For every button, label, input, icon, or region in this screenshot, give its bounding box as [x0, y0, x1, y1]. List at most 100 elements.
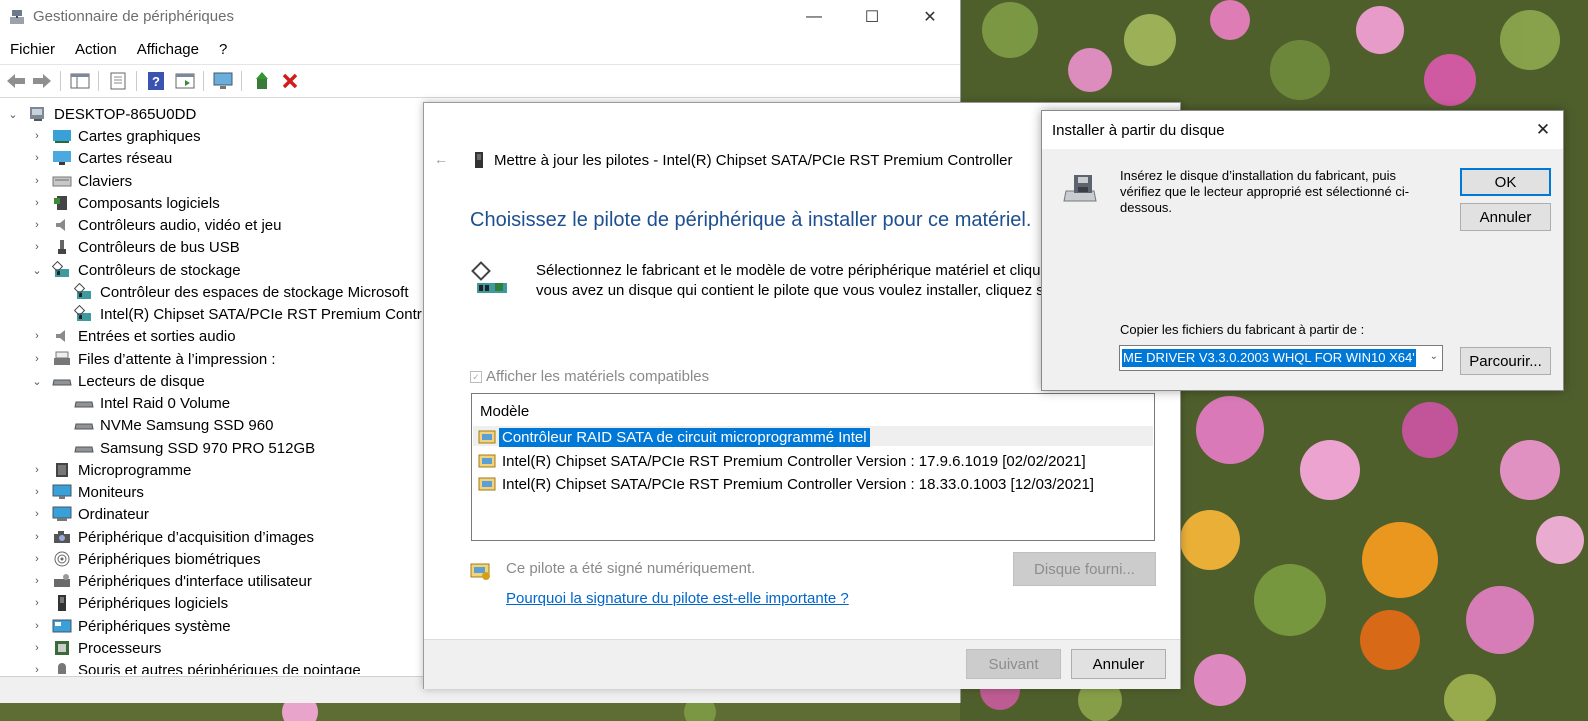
source-path-value[interactable]: 'ME DRIVER V3.3.0.2003 WHQL FOR WIN10 X6… [1122, 349, 1416, 367]
expand-chevron-icon[interactable]: › [30, 175, 44, 187]
collapse-chevron-icon[interactable]: ⌄ [30, 375, 44, 388]
close-button[interactable]: ✕ [901, 0, 959, 34]
tree-category[interactable]: › Cartes réseau [30, 147, 172, 169]
tree-category[interactable]: › Périphériques logiciels [30, 592, 228, 614]
expand-chevron-icon[interactable]: › [30, 219, 44, 231]
expand-chevron-icon[interactable]: › [30, 553, 44, 565]
menu-fichier[interactable]: Fichier [0, 38, 65, 62]
scan-hardware-icon[interactable] [211, 69, 235, 93]
uninstall-device-icon[interactable] [278, 69, 302, 93]
source-path-combobox[interactable]: 'ME DRIVER V3.3.0.2003 WHQL FOR WIN10 X6… [1119, 345, 1443, 371]
computer-icon [30, 107, 44, 121]
tree-category[interactable]: › Processeurs [30, 637, 161, 659]
cancel-button[interactable]: Annuler [1071, 649, 1166, 679]
tree-category[interactable]: › Périphérique d’acquisition d’images [30, 526, 314, 548]
minimize-button[interactable]: — [785, 0, 843, 34]
expand-chevron-icon[interactable]: › [30, 664, 44, 674]
update-driver-icon[interactable] [250, 69, 274, 93]
toolbar-separator [98, 71, 99, 91]
tree-item-label: Entrées et sorties audio [78, 327, 236, 345]
model-row[interactable]: Intel(R) Chipset SATA/PCIe RST Premium C… [478, 450, 1089, 472]
model-row[interactable]: Intel(R) Chipset SATA/PCIe RST Premium C… [478, 473, 1097, 495]
expand-chevron-icon[interactable]: › [30, 152, 44, 164]
tree-category[interactable]: › Périphériques biométriques [30, 548, 260, 570]
tree-item-label: Périphériques logiciels [78, 594, 229, 612]
dialog-message: Insérez le disque d’installation du fabr… [1120, 168, 1410, 215]
wizard-heading: Choisissez le pilote de périphérique à i… [470, 209, 1032, 231]
tree-child-item[interactable]: Intel(R) Chipset SATA/PCIe RST Premium C… [52, 303, 422, 325]
driver-install-icon [471, 261, 507, 293]
tree-root-label: DESKTOP-865U0DD [54, 105, 197, 123]
expand-chevron-icon[interactable]: › [30, 531, 44, 543]
tree-category[interactable]: › Files d’attente à l’impression : [30, 348, 275, 370]
toolbar-separator [136, 71, 137, 91]
copy-from-label: Copier les fichiers du fabricant à parti… [1120, 322, 1365, 337]
help-icon[interactable]: ? [144, 69, 168, 93]
signature-info-link[interactable]: Pourquoi la signature du pilote est-elle… [506, 590, 849, 607]
speaker-icon [56, 330, 65, 342]
next-button[interactable]: Suivant [966, 649, 1061, 679]
tree-root[interactable]: ⌄ DESKTOP-865U0DD [6, 103, 196, 125]
tree-child-item[interactable]: Samsung SSD 970 PRO 512GB [52, 437, 315, 459]
expand-chevron-icon[interactable]: › [30, 508, 44, 520]
tree-category[interactable]: › Souris et autres périphériques de point… [30, 659, 361, 674]
back-arrow-icon[interactable] [4, 69, 28, 93]
menu-bar: Fichier Action Affichage ? [0, 38, 960, 62]
expand-chevron-icon[interactable]: › [30, 197, 44, 209]
tree-child-item[interactable]: Contrôleur des espaces de stockage Micro… [52, 281, 409, 303]
collapse-chevron-icon[interactable]: ⌄ [30, 264, 44, 277]
expand-chevron-icon[interactable]: › [30, 575, 44, 587]
show-hide-console-tree-icon[interactable] [68, 69, 92, 93]
forward-arrow-icon[interactable] [30, 69, 54, 93]
expand-chevron-icon[interactable]: › [30, 353, 44, 365]
expand-chevron-icon[interactable]: › [30, 241, 44, 253]
menu-action[interactable]: Action [65, 38, 127, 62]
mouse-icon [58, 663, 66, 674]
tree-category[interactable]: › Ordinateur [30, 503, 149, 525]
action-pane-icon[interactable] [173, 69, 197, 93]
have-disk-button[interactable]: Disque fourni... [1013, 552, 1156, 586]
menu-affichage[interactable]: Affichage [127, 38, 209, 62]
expand-chevron-icon[interactable]: › [30, 620, 44, 632]
expand-chevron-icon[interactable]: › [30, 486, 44, 498]
properties-icon[interactable] [106, 69, 130, 93]
tree-item-label: Lecteurs de disque [78, 372, 205, 390]
tree-item-label: Processeurs [78, 639, 162, 657]
tree-category[interactable]: › Périphériques d'interface utilisateur [30, 570, 312, 592]
toolbar: ? [0, 64, 960, 98]
tree-category[interactable]: ⌄ Contrôleurs de stockage [30, 259, 241, 281]
tree-category[interactable]: › Périphériques système [30, 615, 230, 637]
maximize-button[interactable]: ☐ [843, 0, 901, 34]
tree-category[interactable]: › Contrôleurs de bus USB [30, 236, 240, 258]
chevron-down-icon[interactable]: ⌄ [1430, 351, 1438, 362]
expand-chevron-icon[interactable]: › [30, 130, 44, 142]
browse-button[interactable]: Parcourir... [1460, 347, 1551, 375]
show-compatible-checkbox[interactable]: ✓ Afficher les matériels compatibles [470, 368, 709, 385]
expand-chevron-icon[interactable]: › [30, 597, 44, 609]
tree-item-label: Contrôleurs audio, vidéo et jeu [78, 216, 282, 234]
tree-category[interactable]: › Composants logiciels [30, 192, 220, 214]
tree-category[interactable]: › Moniteurs [30, 481, 144, 503]
expand-chevron-icon[interactable]: › [30, 330, 44, 342]
back-arrow-icon[interactable]: ← [434, 151, 448, 167]
tree-category[interactable]: › Cartes graphiques [30, 125, 200, 147]
expand-chevron-icon[interactable]: › [30, 642, 44, 654]
dialog-cancel-button[interactable]: Annuler [1460, 203, 1551, 231]
model-list[interactable]: Modèle Contrôleur RAID SATA de circuit m… [471, 393, 1155, 541]
tree-category[interactable]: › Claviers [30, 170, 132, 192]
expand-chevron-icon[interactable]: › [30, 464, 44, 476]
tree-category[interactable]: › Contrôleurs audio, vidéo et jeu [30, 214, 281, 236]
tree-child-item[interactable]: Intel Raid 0 Volume [52, 392, 230, 414]
tree-category[interactable]: ⌄ Lecteurs de disque [30, 370, 205, 392]
tree-category[interactable]: › Microprogramme [30, 459, 191, 481]
ok-button[interactable]: OK [1460, 168, 1551, 196]
dialog-close-button[interactable]: ✕ [1523, 111, 1563, 149]
tree-category[interactable]: › Entrées et sorties audio [30, 325, 236, 347]
menu-help[interactable]: ? [209, 38, 237, 62]
collapse-chevron-icon[interactable]: ⌄ [6, 108, 20, 121]
camera-icon [54, 531, 70, 543]
checkbox-check-icon: ✓ [470, 370, 482, 383]
model-row[interactable]: Contrôleur RAID SATA de circuit micropro… [478, 426, 870, 448]
tree-child-item[interactable]: NVMe Samsung SSD 960 [52, 414, 273, 436]
model-name: Contrôleur RAID SATA de circuit micropro… [499, 427, 870, 447]
